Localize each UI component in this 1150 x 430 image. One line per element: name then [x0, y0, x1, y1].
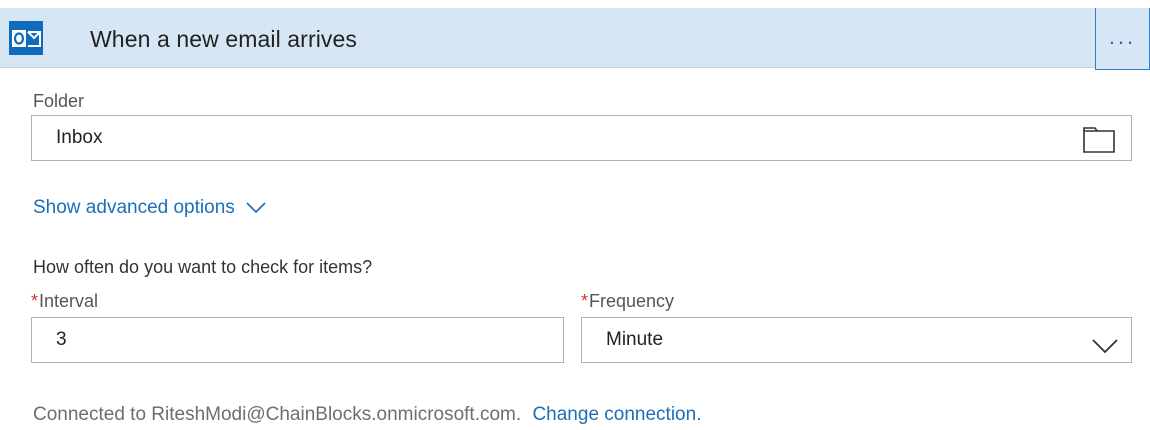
connection-footer: Connected to RiteshModi@ChainBlocks.onmi…	[33, 404, 701, 426]
check-frequency-question: How often do you want to check for items…	[33, 257, 373, 277]
interval-input[interactable]: 3	[31, 317, 564, 363]
chevron-down-icon	[246, 202, 266, 214]
interval-value: 3	[56, 329, 67, 350]
connected-text: Connected to RiteshModi@ChainBlocks.onmi…	[33, 404, 522, 425]
trigger-card: When a new email arrives ... Folder Inbo…	[0, 0, 1150, 430]
frequency-select[interactable]: Minute	[581, 317, 1132, 363]
frequency-label: *Frequency	[581, 291, 674, 312]
outlook-icon	[9, 21, 43, 55]
frequency-label-text: Frequency	[589, 291, 675, 311]
more-options-button[interactable]: ...	[1095, 8, 1150, 70]
card-header[interactable]: When a new email arrives ...	[0, 8, 1150, 70]
change-connection-link[interactable]: Change connection.	[532, 404, 701, 425]
required-marker: *	[581, 291, 589, 311]
folder-field[interactable]: Inbox	[31, 115, 1132, 161]
chevron-down-icon[interactable]	[1091, 330, 1119, 354]
show-advanced-options-link[interactable]: Show advanced options	[33, 197, 266, 219]
folder-label: Folder	[33, 91, 85, 111]
interval-label: *Interval	[31, 291, 98, 312]
frequency-value: Minute	[606, 329, 664, 350]
folder-value: Inbox	[56, 127, 103, 148]
folder-icon[interactable]	[1083, 126, 1115, 153]
required-marker: *	[31, 291, 39, 311]
card-title: When a new email arrives	[90, 26, 358, 52]
show-advanced-options-label: Show advanced options	[33, 197, 235, 218]
interval-label-text: Interval	[39, 291, 99, 311]
